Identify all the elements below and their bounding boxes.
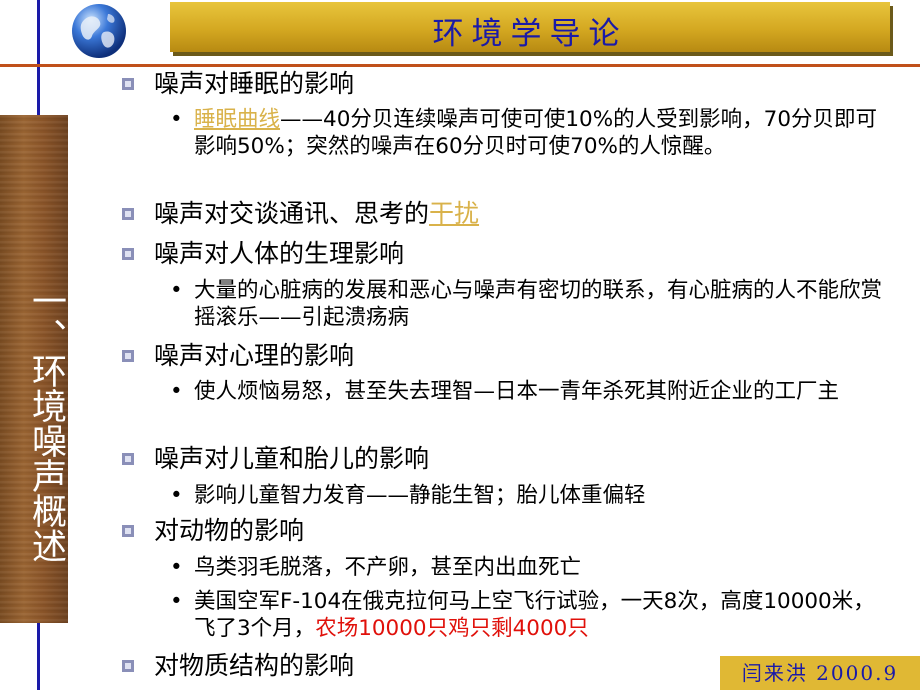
square-bullet-icon — [122, 525, 134, 537]
square-bullet-icon — [122, 248, 134, 260]
bullet-heading: 对动物的影响 — [154, 516, 305, 545]
section-title: 一、环境噪声概述 — [26, 283, 66, 563]
sub-bullet-text: 影响儿童智力发育——静能生智；胎儿体重偏轻 — [194, 483, 646, 508]
dot-bullet-icon: • — [170, 589, 183, 614]
title-banner: 环境学导论 — [170, 2, 890, 52]
sub-bullet-text: ——40分贝连续噪声可使可使10%的人受到影响，70分贝即可影响50%；突然的噪… — [194, 107, 878, 159]
dot-bullet-icon: • — [170, 555, 183, 580]
square-bullet-icon — [122, 208, 134, 220]
bullet-heading: 噪声对交谈通讯、思考的 — [154, 199, 430, 228]
dot-bullet-icon: • — [170, 278, 183, 303]
author-footer: 闫来洪 2000.9 — [720, 656, 920, 690]
sub-bullet-text: 鸟类羽毛脱落，不产卵，甚至内出血死亡 — [194, 555, 582, 580]
header-orange-rule — [0, 64, 920, 67]
dot-bullet-icon: • — [170, 379, 183, 404]
dot-bullet-icon: • — [170, 107, 183, 132]
sleep-curve-link[interactable]: 睡眠曲线 — [194, 107, 280, 132]
bullet-heading: 噪声对睡眠的影响 — [154, 69, 355, 98]
square-bullet-icon — [122, 350, 134, 362]
bullet-heading: 噪声对人体的生理影响 — [154, 239, 405, 268]
sub-bullet-text: 使人烦恼易怒，甚至失去理智—日本一青年杀死其附近企业的工厂主 — [194, 379, 840, 404]
square-bullet-icon — [122, 453, 134, 465]
square-bullet-icon — [122, 78, 134, 90]
bullet-heading: 噪声对心理的影响 — [154, 341, 355, 370]
sub-bullet-text: 大量的心脏病的发展和恶心与噪声有密切的联系，有心脏病的人不能欣赏摇滚乐——引起溃… — [194, 278, 883, 330]
square-bullet-icon — [122, 660, 134, 672]
bullet-heading: 噪声对儿童和胎儿的影响 — [154, 444, 430, 473]
dot-bullet-icon: • — [170, 483, 183, 508]
bullet-heading: 对物质结构的影响 — [154, 651, 355, 680]
highlight-text: 农场10000只鸡只剩4000只 — [315, 616, 589, 641]
page-title: 环境学导论 — [432, 16, 628, 52]
side-panel: 一、环境噪声概述 — [0, 115, 68, 623]
globe-icon — [72, 4, 126, 58]
interference-link[interactable]: 干扰 — [429, 199, 479, 228]
